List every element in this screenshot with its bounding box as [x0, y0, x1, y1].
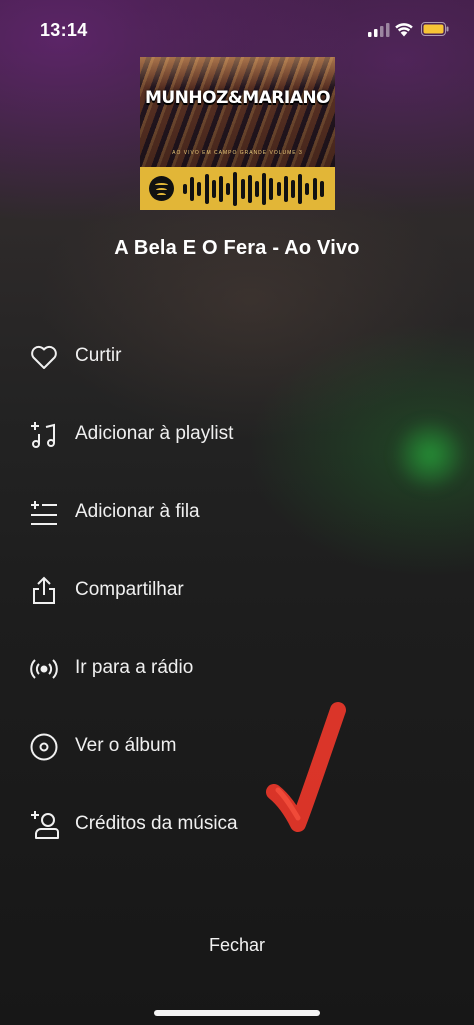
status-bar: 13:14: [0, 0, 474, 60]
album-cover: MUNHOZ&MARIANO AO VIVO EM CAMPO GRANDE V…: [140, 57, 335, 210]
menu-item-label: Créditos da música: [75, 813, 238, 834]
menu-item-share[interactable]: Compartilhar: [0, 560, 474, 620]
menu-item-add-to-queue[interactable]: Adicionar à fila: [0, 482, 474, 542]
track-title: A Bela E O Fera - Ao Vivo: [114, 237, 360, 259]
radio-icon: [30, 659, 58, 679]
menu-item-label: Curtir: [75, 345, 122, 366]
status-time: 13:14: [40, 20, 88, 40]
menu-item-go-to-radio[interactable]: Ir para a rádio: [0, 638, 474, 698]
spotify-code: [140, 167, 335, 210]
checkmark-annotation: [266, 702, 346, 832]
close-button[interactable]: Fechar: [187, 928, 287, 962]
menu-item-label: Ver o álbum: [75, 735, 177, 756]
credits-icon: [31, 811, 59, 839]
spotify-logo-icon: [149, 176, 174, 201]
menu-item-song-credits[interactable]: Créditos da música: [0, 794, 474, 854]
heart-icon: [31, 345, 57, 369]
add-to-queue-icon: [31, 501, 57, 525]
menu-item-label: Adicionar à fila: [75, 501, 200, 522]
add-to-playlist-icon: [31, 422, 55, 448]
menu-item-like[interactable]: Curtir: [0, 326, 474, 386]
menu-item-label: Compartilhar: [75, 579, 184, 600]
home-indicator[interactable]: [154, 1010, 320, 1016]
album-icon: [30, 733, 58, 761]
share-icon: [33, 576, 55, 604]
menu-item-add-to-playlist[interactable]: Adicionar à playlist: [0, 404, 474, 464]
menu-item-label: Adicionar à playlist: [75, 423, 234, 444]
menu-item-label: Ir para a rádio: [75, 657, 194, 678]
spotify-code-bars: [183, 167, 329, 210]
cellular-signal-icon: [368, 23, 390, 37]
album-subtitle-text: AO VIVO EM CAMPO GRANDE VOLUME 3: [172, 150, 303, 156]
menu-item-view-album[interactable]: Ver o álbum: [0, 716, 474, 776]
album-artwork: MUNHOZ&MARIANO AO VIVO EM CAMPO GRANDE V…: [140, 57, 335, 167]
wifi-icon: [395, 23, 413, 37]
battery-icon: [421, 22, 449, 36]
album-artist-text: MUNHOZ&MARIANO: [144, 88, 331, 108]
